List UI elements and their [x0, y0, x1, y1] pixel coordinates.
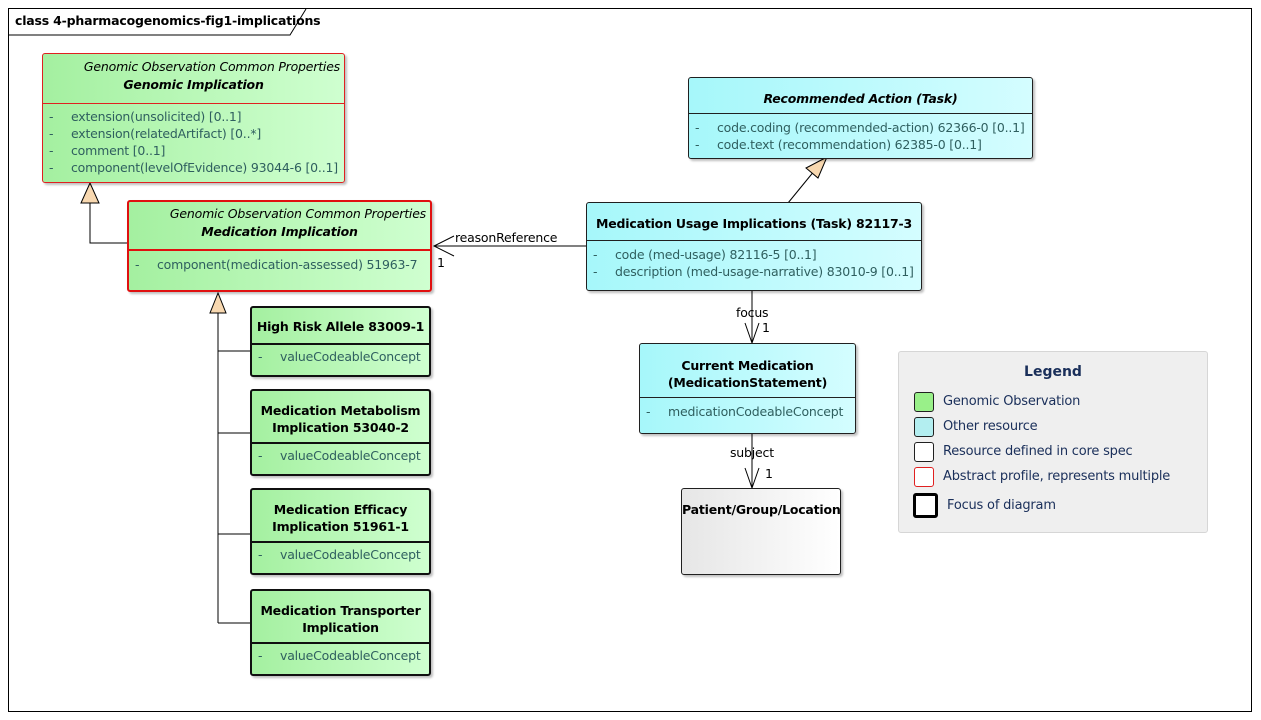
- attribute-list: - component(medication-assessed) 51963-7: [129, 249, 430, 277]
- class-name-line: Implication 51961-1: [272, 519, 409, 534]
- attribute: - valueCodeableConcept: [258, 349, 421, 364]
- attribute: - code.coding (recommended-action) 62366-…: [695, 120, 1025, 135]
- class-header: Current Medication (MedicationStatement): [640, 344, 855, 397]
- attribute-list: - valueCodeableConcept: [252, 442, 429, 468]
- attribute: - valueCodeableConcept: [258, 547, 421, 562]
- class-high-risk-allele[interactable]: High Risk Allele 83009-1 - valueCodeableC…: [250, 306, 431, 377]
- legend: Legend Genomic Observation Other resourc…: [898, 351, 1208, 533]
- attribute: - code (med-usage) 82116-5 [0..1]: [593, 247, 817, 262]
- attribute: - component(medication-assessed) 51963-7: [135, 257, 418, 272]
- class-name-line: Medication Efficacy: [273, 502, 408, 517]
- legend-swatch: [913, 493, 938, 518]
- class-name: Genomic Implication: [123, 77, 264, 92]
- class-header: Medication Usage Implications (Task) 821…: [587, 203, 921, 240]
- focus-multiplicity: 1: [762, 320, 770, 335]
- attribute-list: - valueCodeableConcept: [252, 541, 429, 567]
- focus-label: focus: [736, 305, 769, 320]
- class-name-line: Medication Metabolism: [260, 403, 421, 418]
- legend-label: Focus of diagram: [947, 498, 1056, 513]
- class-name-line: Current Medication: [681, 358, 814, 373]
- attribute-list: - medicationCodeableConcept: [640, 397, 855, 424]
- reason-reference-multiplicity: 1: [437, 255, 445, 270]
- class-header: Medication Efficacy Implication 51961-1: [252, 490, 429, 541]
- stereotype: Genomic Observation Common Properties: [83, 59, 340, 74]
- class-name: Medication Implication: [201, 224, 358, 239]
- legend-swatch: [914, 467, 934, 487]
- attribute: - medicationCodeableConcept: [646, 404, 844, 419]
- class-medication-metabolism[interactable]: Medication Metabolism Implication 53040-…: [250, 389, 431, 476]
- legend-title: Legend: [1024, 364, 1082, 380]
- attribute-list: - code (med-usage) 82116-5 [0..1] - descri…: [587, 240, 921, 284]
- attribute: - description (med-usage-narrative) 83010…: [593, 264, 914, 279]
- class-name: Medication Usage Implications (Task) 821…: [596, 216, 912, 231]
- attribute-list: - valueCodeableConcept: [252, 343, 429, 369]
- attribute-list: - code.coding (recommended-action) 62366-…: [689, 113, 1032, 157]
- class-medication-usage-implications[interactable]: Medication Usage Implications (Task) 821…: [586, 202, 922, 291]
- subject-multiplicity: 1: [765, 466, 773, 481]
- legend-label: Abstract profile, represents multiple: [943, 469, 1171, 484]
- class-name-line: Implication: [302, 620, 379, 635]
- attribute-list: - valueCodeableConcept: [252, 642, 429, 668]
- class-name: High Risk Allele 83009-1: [256, 319, 425, 334]
- class-name: Patient/Group/Location: [682, 502, 841, 517]
- class-header: Genomic Observation Common Properties Ge…: [43, 54, 344, 103]
- class-header: Genomic Observation Common Properties Me…: [129, 202, 430, 249]
- class-header: High Risk Allele 83009-1: [252, 308, 429, 343]
- generalization-arrowhead: [80, 181, 100, 204]
- subject-label: subject: [730, 445, 774, 460]
- class-header: Medication Transporter Implication: [252, 591, 429, 642]
- class-medication-implication[interactable]: Genomic Observation Common Properties Me…: [127, 200, 432, 292]
- class-medication-efficacy[interactable]: Medication Efficacy Implication 51961-1 …: [250, 488, 431, 575]
- class-name-line: (MedicationStatement): [667, 375, 828, 390]
- generalization-arrowhead: [805, 155, 829, 179]
- class-medication-transporter[interactable]: Medication Transporter Implication - valu…: [250, 589, 431, 676]
- class-current-medication[interactable]: Current Medication (MedicationStatement)…: [639, 343, 856, 434]
- class-header: Medication Metabolism Implication 53040-…: [252, 391, 429, 442]
- class-name: Recommended Action (Task): [763, 91, 958, 106]
- attribute: - extension(relatedArtifact) [0..*]: [49, 126, 262, 141]
- class-name-line: Medication Transporter: [260, 603, 421, 618]
- reason-reference-label: reasonReference: [455, 230, 558, 245]
- stereotype: Genomic Observation Common Properties: [169, 206, 426, 221]
- class-genomic-implication[interactable]: Genomic Observation Common Properties Ge…: [42, 53, 345, 183]
- class-recommended-action[interactable]: Recommended Action (Task) - code.coding (…: [688, 77, 1033, 159]
- legend-label: Genomic Observation: [943, 394, 1081, 409]
- legend-label: Resource defined in core spec: [943, 444, 1133, 459]
- generalization-arrowhead: [209, 291, 227, 314]
- attribute: - code.text (recommendation) 62385-0 [0..…: [695, 137, 982, 152]
- legend-swatch: [914, 442, 934, 462]
- generalization-line-usage-to-action: [787, 169, 816, 204]
- legend-swatch: [914, 392, 934, 412]
- class-header: Recommended Action (Task): [689, 78, 1032, 113]
- attribute: - valueCodeableConcept: [258, 448, 421, 463]
- attribute: - extension(unsolicited) [0..1]: [49, 109, 242, 124]
- generalization-line-medication-to-genomic: [89, 202, 128, 244]
- class-name-line: Implication 53040-2: [272, 420, 409, 435]
- attribute: - component(levelOfEvidence) 93044-6 [0..…: [49, 160, 338, 175]
- class-header: Patient/Group/Location: [682, 489, 841, 517]
- legend-label: Other resource: [943, 419, 1038, 434]
- attribute-list: - extension(unsolicited) [0..1] - extensio…: [43, 103, 344, 180]
- attribute: - valueCodeableConcept: [258, 648, 421, 663]
- class-patient-group-location[interactable]: Patient/Group/Location: [681, 488, 841, 575]
- attribute: - comment [0..1]: [49, 143, 166, 158]
- legend-swatch: [914, 417, 934, 437]
